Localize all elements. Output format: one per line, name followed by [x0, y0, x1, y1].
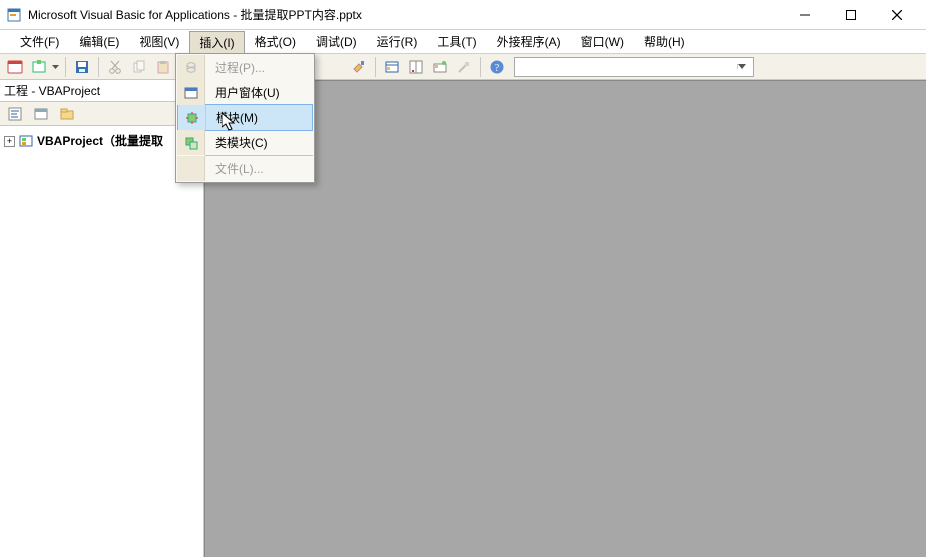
menu-format[interactable]: 格式(O)	[245, 30, 306, 53]
position-combo[interactable]	[514, 57, 754, 77]
object-browser-button[interactable]	[429, 56, 451, 78]
module-icon	[184, 110, 200, 126]
menu-view[interactable]: 视图(V)	[129, 30, 189, 53]
save-button[interactable]	[71, 56, 93, 78]
toggle-folders-button[interactable]	[56, 103, 78, 125]
help-button[interactable]: ?	[486, 56, 508, 78]
dropdown-caret-icon[interactable]	[52, 65, 60, 69]
cut-button[interactable]	[104, 56, 126, 78]
svg-text:?: ?	[495, 63, 500, 74]
project-explorer-pane: 工程 - VBAProject ✕ + VBAProject（批量提取	[0, 80, 204, 557]
standard-toolbar: ?	[0, 54, 926, 80]
mouse-cursor-icon	[222, 113, 240, 133]
toolbox-button[interactable]	[453, 56, 475, 78]
menu-addins[interactable]: 外接程序(A)	[487, 30, 571, 53]
menu-insert[interactable]: 插入(I)	[189, 31, 244, 53]
tree-root-label: VBAProject（批量提取	[37, 132, 163, 150]
content-area: 工程 - VBAProject ✕ + VBAProject（批量提取	[0, 80, 926, 557]
project-pane-title: 工程 - VBAProject ✕	[0, 80, 203, 102]
insert-item-button[interactable]	[28, 56, 50, 78]
toolbar-separator	[375, 57, 376, 77]
minimize-button[interactable]	[782, 0, 828, 30]
window-controls	[782, 0, 920, 29]
menu-run[interactable]: 运行(R)	[367, 30, 428, 53]
view-code-button[interactable]	[4, 103, 26, 125]
design-mode-button[interactable]	[348, 56, 370, 78]
menu-file[interactable]: 文件(F)	[10, 30, 69, 53]
menu-window[interactable]: 窗口(W)	[571, 30, 634, 53]
tree-root-node[interactable]: + VBAProject（批量提取	[4, 132, 199, 150]
menu-help[interactable]: 帮助(H)	[634, 30, 695, 53]
view-powerpoint-button[interactable]	[4, 56, 26, 78]
class-module-icon	[183, 135, 199, 151]
app-icon	[6, 7, 22, 23]
menu-tools[interactable]: 工具(T)	[427, 30, 486, 53]
userform-icon	[183, 85, 199, 101]
insert-classmodule-label: 类模块(C)	[205, 134, 313, 151]
insert-file-item[interactable]: 文件(L)...	[177, 156, 313, 181]
chevron-down-icon[interactable]	[737, 64, 753, 69]
paste-button[interactable]	[152, 56, 174, 78]
insert-dropdown: 过程(P)... 用户窗体(U) 模块(M) 类模块(C) 文件(L)...	[175, 53, 315, 183]
window-title: Microsoft Visual Basic for Applications …	[28, 6, 362, 23]
vbaproject-icon	[19, 134, 33, 148]
toolbar-separator	[65, 57, 66, 77]
insert-procedure-item[interactable]: 过程(P)...	[177, 55, 313, 80]
insert-userform-label: 用户窗体(U)	[205, 84, 313, 101]
project-tree[interactable]: + VBAProject（批量提取	[0, 126, 203, 156]
properties-window-button[interactable]	[405, 56, 427, 78]
tree-expand-icon[interactable]: +	[4, 136, 15, 147]
menubar: 文件(F) 编辑(E) 视图(V) 插入(I) 格式(O) 调试(D) 运行(R…	[0, 30, 926, 54]
titlebar: Microsoft Visual Basic for Applications …	[0, 0, 926, 30]
insert-userform-item[interactable]: 用户窗体(U)	[177, 80, 313, 105]
close-button[interactable]	[874, 0, 920, 30]
project-pane-label: 工程 - VBAProject	[4, 82, 100, 99]
toolbar-separator	[98, 57, 99, 77]
toolbar-separator	[480, 57, 481, 77]
insert-classmodule-item[interactable]: 类模块(C)	[177, 130, 313, 155]
insert-file-label: 文件(L)...	[205, 160, 313, 177]
copy-button[interactable]	[128, 56, 150, 78]
menu-debug[interactable]: 调试(D)	[306, 30, 367, 53]
insert-procedure-label: 过程(P)...	[205, 59, 313, 76]
project-pane-toolbar	[0, 102, 203, 126]
insert-module-item[interactable]: 模块(M)	[177, 104, 313, 131]
menu-edit[interactable]: 编辑(E)	[69, 30, 129, 53]
view-object-button[interactable]	[30, 103, 52, 125]
project-explorer-button[interactable]	[381, 56, 403, 78]
maximize-button[interactable]	[828, 0, 874, 30]
procedure-icon	[183, 60, 199, 76]
